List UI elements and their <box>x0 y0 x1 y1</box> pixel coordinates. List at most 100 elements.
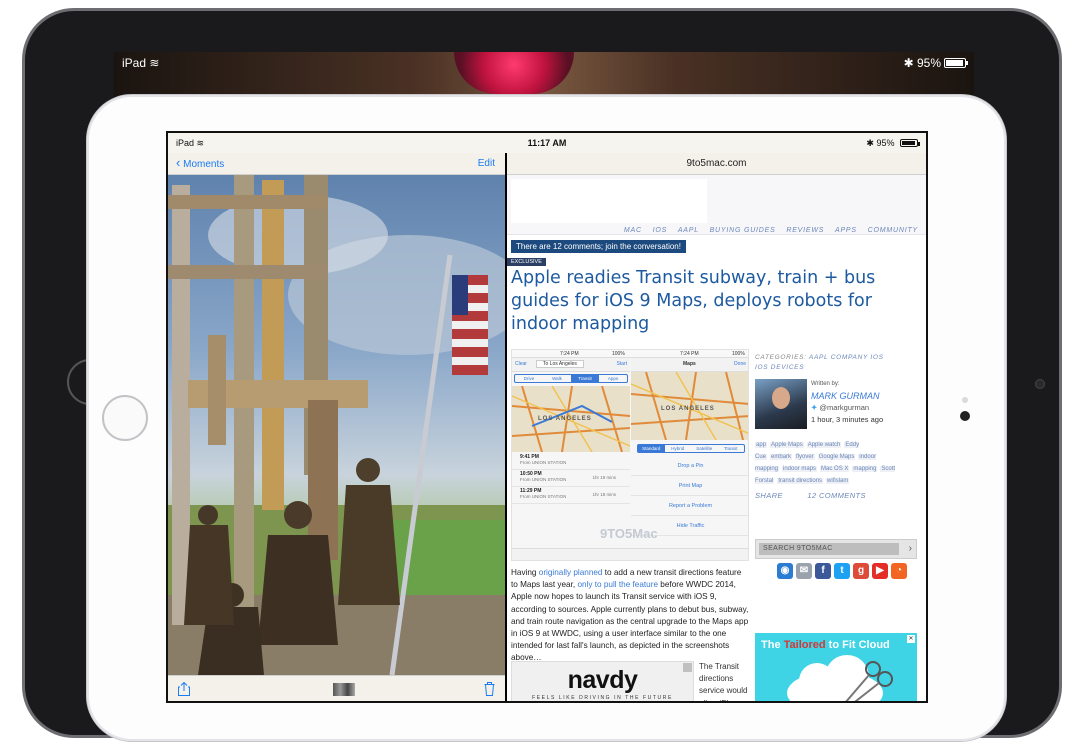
url-text: 9to5mac.com <box>686 158 747 169</box>
watermark: 9TO5Mac <box>600 526 658 541</box>
nav-buying-guides[interactable]: BUYING GUIDES <box>710 227 776 234</box>
back-status-bar: iPad ≋ ✱ 95% <box>122 56 968 72</box>
photos-toolbar <box>168 675 505 701</box>
device-composite: iPad ≋ ✱ 95% iPad ≋ 11:17 AM ✱ 95% ‹ Mom… <box>0 0 1083 744</box>
tag[interactable]: Apple watch <box>806 442 842 448</box>
search-input[interactable]: SEARCH 9TO5MAC <box>759 543 899 555</box>
tag[interactable]: flyover <box>795 454 815 460</box>
tag[interactable]: mapping <box>852 466 878 472</box>
facebook-icon[interactable]: f <box>815 563 831 579</box>
mini-route-duration: 1hr 18 mins <box>592 492 616 497</box>
photo-thumbnail-strip[interactable] <box>333 683 355 696</box>
written-by-label: Written by: <box>811 381 840 387</box>
share-link[interactable]: SHARE <box>755 491 783 500</box>
site-search: SEARCH 9TO5MAC › <box>755 539 917 559</box>
front-sensor <box>962 397 968 403</box>
memorial-photo[interactable] <box>168 175 505 675</box>
mini-tab-walk: Walk <box>552 376 562 381</box>
tag[interactable]: embark <box>770 454 793 460</box>
back-battery-label: 95% <box>916 56 941 70</box>
mini-destination: To Los Angeles <box>536 360 584 368</box>
navdy-ad[interactable]: navdy FEELS LIKE DRIVING IN THE FUTURE <box>511 661 694 701</box>
category-link[interactable]: IOS <box>870 354 883 361</box>
article-side-text: The Transit directions service would all… <box>699 662 748 701</box>
article-headline[interactable]: Apple readies Transit subway, train + bu… <box>511 267 921 336</box>
safari-app-pane: 9to5mac.com MAC IOS AAPL BUYING GUIDES R… <box>507 153 926 701</box>
back-carrier: iPad <box>122 56 147 70</box>
mini-start: Start <box>616 361 627 367</box>
bluetooth-icon: ✱ <box>903 56 914 70</box>
edit-button[interactable]: Edit <box>478 158 495 169</box>
photos-app-pane: ‹ Moments Edit <box>168 153 505 701</box>
nav-community[interactable]: COMMUNITY <box>868 227 918 234</box>
mail-icon[interactable]: ✉ <box>796 563 812 579</box>
tag[interactable]: Apple Maps <box>770 442 804 448</box>
ad-choices-icon[interactable] <box>683 663 692 672</box>
address-bar[interactable]: 9to5mac.com <box>507 153 926 175</box>
mini-tab-transit: Transit <box>571 375 599 382</box>
tag[interactable]: Google Maps <box>817 454 856 460</box>
mini-route-from: From UNION STATION <box>520 460 567 465</box>
home-button[interactable] <box>102 395 148 441</box>
comments-link[interactable]: 12 COMMENTS <box>807 491 866 500</box>
site-logo-placeholder[interactable] <box>511 179 707 223</box>
mini-route: 11:29 PM From UNION STATION 1hr 18 mins <box>512 487 630 504</box>
google-plus-icon[interactable]: g <box>853 563 869 579</box>
tag[interactable]: wifislam <box>826 478 850 484</box>
twitter-handle[interactable]: ✦ @markgurman <box>811 403 869 412</box>
category-link[interactable]: AAPL COMPANY <box>809 354 868 361</box>
app-icon[interactable]: ◉ <box>777 563 793 579</box>
twitter-handle-text: @markgurman <box>819 403 870 412</box>
article-screenshot[interactable]: 7:24 PM 100% 7:24 PM 100% Clear To Los A… <box>511 349 749 561</box>
social-icons: ◉ ✉ f t g ▶ ◔ <box>777 563 907 581</box>
author-avatar[interactable] <box>755 379 807 429</box>
nav-reviews[interactable]: REVIEWS <box>786 227 824 234</box>
tag[interactable]: Mac OS X <box>820 466 850 472</box>
nav-mac[interactable]: MAC <box>624 227 642 234</box>
moments-back-button[interactable]: ‹ Moments <box>176 155 225 170</box>
categories: CATEGORIES: AAPL COMPANY IOS IOS DEVICES <box>755 353 921 373</box>
mini-maps-title: Maps <box>683 361 696 367</box>
nav-ios[interactable]: IOS <box>653 227 667 234</box>
tag[interactable]: indoor maps <box>782 466 818 472</box>
tag[interactable]: app <box>755 442 768 448</box>
exclusive-badge: EXCLUSIVE <box>507 258 546 266</box>
nav-apps[interactable]: APPS <box>835 227 857 234</box>
twitter-icon[interactable]: t <box>834 563 850 579</box>
category-link[interactable]: IOS DEVICES <box>755 364 804 371</box>
author-box: Written by: MARK GURMAN ✦ @markgurman 1 … <box>755 379 921 435</box>
share-row: SHARE 12 COMMENTS <box>755 491 888 500</box>
mini-time-2: 7:24 PM <box>680 351 699 357</box>
trash-icon <box>484 682 495 696</box>
mini-seg-satellite: Satellite <box>696 446 713 451</box>
moments-label: Moments <box>183 159 225 170</box>
bluetooth-icon: ✱ <box>866 138 874 148</box>
mini-map-segments: Standard Hybrid Satellite Transit <box>637 444 745 453</box>
originally-planned-link[interactable]: originally planned <box>539 568 603 577</box>
tag[interactable]: transit directions <box>777 478 824 484</box>
mini-tab-apps: Apps <box>607 376 619 381</box>
mini-done: Done <box>734 361 746 367</box>
youtube-icon[interactable]: ▶ <box>872 563 888 579</box>
mini-battery: 100% <box>612 351 625 357</box>
clock: 11:17 AM <box>527 138 567 148</box>
share-button[interactable] <box>178 681 190 701</box>
mini-map-left: LOS ANGELES <box>512 386 630 452</box>
nav-aapl[interactable]: AAPL <box>678 227 699 234</box>
photo-illustration <box>168 175 505 675</box>
comments-banner[interactable]: There are 12 comments; join the conversa… <box>511 240 686 253</box>
mini-tab-drive: Drive <box>523 376 535 381</box>
delete-button[interactable] <box>484 682 495 701</box>
mini-transport-tabs: Drive Walk Transit Apps <box>514 374 628 383</box>
author-name[interactable]: MARK GURMAN <box>811 391 880 401</box>
share-icon <box>178 681 190 696</box>
photos-nav-bar: ‹ Moments Edit <box>168 153 505 175</box>
categories-label: CATEGORIES: <box>755 354 807 361</box>
mini-time: 7:24 PM <box>560 351 579 357</box>
chevron-left-icon: ‹ <box>176 155 181 170</box>
search-go-icon[interactable]: › <box>909 543 912 554</box>
wifi-icon: ≋ <box>149 56 160 70</box>
cloud-ad[interactable]: The Tailored to Fit Cloud ✕ <box>755 633 917 701</box>
rss-icon[interactable]: ◔ <box>891 563 907 579</box>
pull-feature-link[interactable]: only to pull the feature <box>577 580 658 589</box>
